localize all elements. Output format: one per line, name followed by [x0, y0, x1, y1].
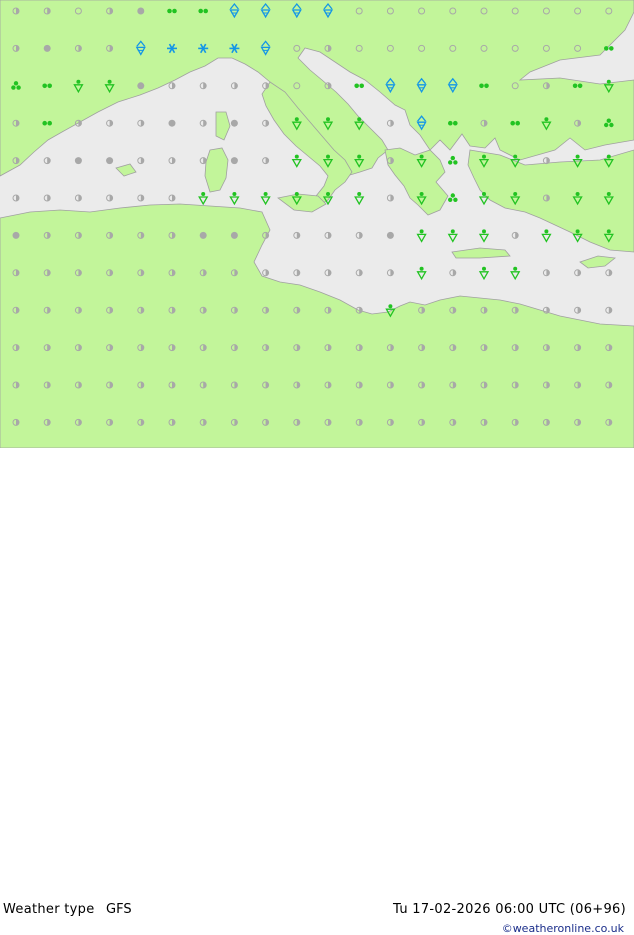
- overcast-icon: [74, 157, 82, 165]
- overcast-icon: [106, 157, 114, 165]
- overcast-icon: [199, 231, 207, 239]
- credit-link[interactable]: ©weatheronline.co.uk: [502, 922, 624, 935]
- map-title: Weather type: [3, 902, 95, 917]
- map-footer: Weather type GFS Tu 17-02-2026 06:00 UTC…: [0, 448, 634, 935]
- overcast-icon: [230, 119, 238, 127]
- overcast-icon: [137, 82, 145, 90]
- overcast-icon: [386, 231, 394, 239]
- weather-type-map: [0, 0, 634, 448]
- overcast-icon: [12, 231, 20, 239]
- overcast-icon: [43, 44, 51, 52]
- map-canvas: [0, 0, 634, 448]
- valid-time: Tu 17-02-2026 06:00 UTC (06+96): [393, 902, 626, 917]
- overcast-icon: [230, 231, 238, 239]
- overcast-icon: [230, 157, 238, 165]
- model-name: GFS: [106, 902, 132, 917]
- overcast-icon: [137, 7, 145, 15]
- overcast-icon: [168, 119, 176, 127]
